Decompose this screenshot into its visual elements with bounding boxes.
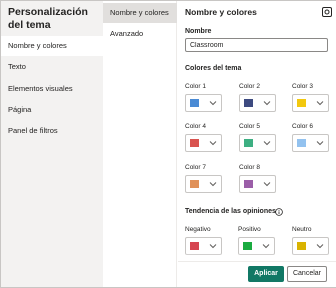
color-2-picker[interactable] [239, 94, 276, 112]
chevron-down-icon [263, 101, 271, 106]
color-2-swatch [244, 99, 253, 107]
sidebar-item-name-and-colors[interactable]: Nombre y colores [1, 36, 103, 56]
settings-icon[interactable] [322, 7, 332, 17]
color-6-picker[interactable] [292, 134, 329, 152]
color-2-label: Color 2 [239, 83, 260, 90]
chevron-down-icon [263, 182, 271, 187]
page-title: Nombre y colores [185, 7, 257, 17]
positive-label: Positivo [238, 226, 261, 233]
color-1-picker[interactable] [185, 94, 222, 112]
color-8-swatch [244, 180, 253, 188]
subnav: Nombre y colores Avanzado [103, 1, 177, 287]
cancel-button[interactable]: Cancelar [287, 266, 327, 282]
sidebar-title: Personalización del tema [8, 6, 88, 31]
color-4-swatch [190, 139, 199, 147]
sidebar-item-visuals[interactable]: Elementos visuales [1, 79, 103, 99]
color-7-label: Color 7 [185, 164, 206, 171]
chevron-down-icon [209, 141, 217, 146]
sidebar-item-text[interactable]: Texto [1, 57, 103, 77]
dialog-footer: Aplicar Cancelar [178, 261, 336, 287]
color-3-swatch [297, 99, 306, 107]
color-1-swatch [190, 99, 199, 107]
theme-name-input[interactable] [185, 38, 328, 52]
chevron-down-icon [209, 101, 217, 106]
sidebar-item-page[interactable]: Página [1, 100, 103, 120]
chevron-down-icon [262, 244, 270, 249]
positive-swatch [243, 242, 252, 250]
theme-customization-dialog: Personalización del tema Nombre y colore… [0, 0, 336, 288]
color-7-swatch [190, 180, 199, 188]
color-4-label: Color 4 [185, 123, 206, 130]
name-label: Nombre [185, 28, 212, 35]
color-8-label: Color 8 [239, 164, 260, 171]
color-7-picker[interactable] [185, 175, 222, 193]
chevron-down-icon [209, 182, 217, 187]
color-3-label: Color 3 [292, 83, 313, 90]
color-5-picker[interactable] [239, 134, 276, 152]
neutral-label: Neutro [292, 226, 312, 233]
main-panel: Nombre y colores Nombre Colores del tema… [178, 1, 336, 287]
sidebar-item-filter-pane[interactable]: Panel de filtros [1, 121, 103, 141]
color-6-label: Color 6 [292, 123, 313, 130]
negative-swatch [190, 242, 199, 250]
color-4-picker[interactable] [185, 134, 222, 152]
chevron-down-icon [316, 101, 324, 106]
neutral-swatch [297, 242, 306, 250]
color-3-picker[interactable] [292, 94, 329, 112]
color-5-swatch [244, 139, 253, 147]
chevron-down-icon [316, 141, 324, 146]
sentiment-heading: Tendencia de las opiniones [185, 208, 276, 215]
color-5-label: Color 5 [239, 123, 260, 130]
color-1-label: Color 1 [185, 83, 206, 90]
color-6-swatch [297, 139, 306, 147]
sidebar: Personalización del tema Nombre y colore… [1, 1, 103, 287]
apply-button[interactable]: Aplicar [248, 266, 284, 282]
info-icon[interactable] [275, 208, 283, 216]
negative-label: Negativo [185, 226, 211, 233]
tab-advanced[interactable]: Avanzado [103, 24, 177, 44]
chevron-down-icon [316, 244, 324, 249]
chevron-down-icon [209, 244, 217, 249]
theme-colors-heading: Colores del tema [185, 65, 242, 72]
chevron-down-icon [263, 141, 271, 146]
scroll-fade [178, 253, 336, 261]
color-8-picker[interactable] [239, 175, 276, 193]
tab-name-and-colors[interactable]: Nombre y colores [103, 3, 177, 23]
